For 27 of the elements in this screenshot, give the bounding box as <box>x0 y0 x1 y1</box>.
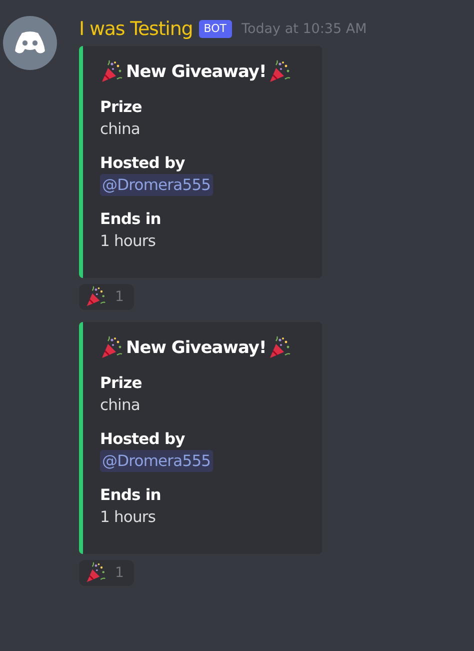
field-value: china <box>100 119 140 140</box>
field-name: Hosted by <box>100 153 185 174</box>
game-controller-icon <box>13 30 47 56</box>
field-name: Prize <box>100 97 142 118</box>
field-value: china <box>100 395 140 416</box>
field-value: 1 hours <box>100 507 156 528</box>
field-name: Hosted by <box>100 429 185 450</box>
party-popper-icon <box>100 336 124 360</box>
field-name: Ends in <box>100 485 161 506</box>
embed-title: New Giveaway! <box>126 338 266 358</box>
timestamp: Today at 10:35 AM <box>242 21 367 37</box>
field-value: 1 hours <box>100 231 156 252</box>
user-mention[interactable]: @Dromera555 <box>100 450 213 472</box>
party-popper-icon <box>100 60 124 84</box>
field-name: Ends in <box>100 209 161 230</box>
party-popper-icon <box>268 60 292 84</box>
bot-avatar[interactable] <box>3 16 57 70</box>
field-name: Prize <box>100 373 142 394</box>
party-popper-icon <box>85 286 107 308</box>
embed-title: New Giveaway! <box>126 62 266 82</box>
party-popper-icon <box>85 562 107 584</box>
bot-tag: BOT <box>198 20 232 38</box>
author-name[interactable]: I was Testing <box>79 18 193 40</box>
reaction-button[interactable]: 1 <box>79 284 134 310</box>
party-popper-icon <box>268 336 292 360</box>
user-mention[interactable]: @Dromera555 <box>100 174 213 196</box>
reaction-button[interactable]: 1 <box>79 560 134 586</box>
